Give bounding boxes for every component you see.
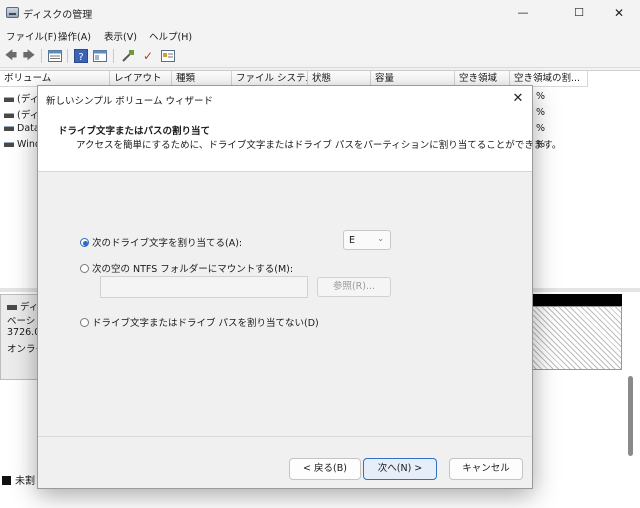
disk-name: ディ: [20, 302, 39, 313]
scrollbar-thumb[interactable]: [628, 376, 633, 456]
menu-bar: ファイル(F) 操作(A) 表示(V) ヘルプ(H): [0, 26, 640, 44]
selected-partition-block[interactable]: [530, 306, 622, 370]
menu-help[interactable]: ヘルプ(H): [149, 29, 192, 43]
drive-letter-value: E: [349, 235, 356, 246]
folder-path-input[interactable]: [100, 276, 308, 298]
properties-icon[interactable]: [92, 48, 108, 64]
volume-name: (ディ: [17, 94, 40, 105]
next-button[interactable]: 次へ(N) >: [363, 458, 437, 480]
option-assign-drive-letter-label: 次のドライブ文字を割り当てる(A):: [92, 238, 243, 249]
option-mount-ntfs-folder-label: 次の空の NTFS フォルダーにマウントする(M):: [92, 264, 294, 275]
wizard-page-subtitle: アクセスを簡単にするために、ドライブ文字またはドライブ パスをパーティションに割…: [76, 140, 562, 151]
title-bar: ディスクの管理 — ☐ ✕: [0, 0, 640, 26]
browse-button[interactable]: 参照(R)...: [317, 277, 391, 297]
toolbar-separator: [41, 49, 42, 63]
disk-size: 3726.0: [7, 327, 41, 338]
option-no-drive-letter[interactable]: ドライブ文字またはドライブ パスを割り当てない(D): [80, 315, 319, 329]
radio-assign-letter[interactable]: [80, 238, 89, 247]
toolbar: 🡄 🡆 ? ✓: [0, 44, 640, 68]
settings-icon[interactable]: [160, 48, 176, 64]
back-button[interactable]: < 戻る(B): [289, 458, 361, 480]
toolbar-separator: [113, 49, 114, 63]
toolbar-separator: [67, 49, 68, 63]
unallocated-partition-header: [530, 294, 622, 306]
radio-mount-folder[interactable]: [80, 264, 89, 273]
menu-view[interactable]: 表示(V): [104, 29, 137, 43]
disk-management-app-icon: [6, 7, 19, 18]
legend: 未割: [2, 472, 35, 487]
disk-map-scrollbar[interactable]: [626, 292, 636, 508]
wizard-body: 次のドライブ文字を割り当てる(A): E ⌄ 次の空の NTFS フォルダーにマ…: [38, 173, 532, 436]
option-assign-drive-letter[interactable]: 次のドライブ文字を割り当てる(A):: [80, 235, 242, 249]
wizard-header: ドライブ文字またはパスの割り当て アクセスを簡単にするために、ドライブ文字または…: [38, 112, 561, 172]
volume-icon: [4, 97, 14, 102]
volume-icon: [4, 113, 14, 118]
volume-free-percent: %: [536, 91, 546, 102]
disk-info-label[interactable]: ディ ベーシッ 3726.0 オンライ: [0, 294, 45, 380]
drive-letter-select[interactable]: E ⌄: [343, 230, 391, 250]
wizard-title: 新しいシンプル ボリューム ウィザード: [46, 96, 213, 107]
legend-swatch: [2, 476, 11, 485]
svg-text:?: ?: [78, 52, 83, 63]
option-no-drive-letter-label: ドライブ文字またはドライブ パスを割り当てない(D): [92, 318, 319, 329]
wizard-footer: < 戻る(B) 次へ(N) > キャンセル: [38, 436, 532, 488]
volume-free-percent: %: [536, 123, 546, 134]
forward-arrow-icon[interactable]: 🡆: [21, 48, 37, 64]
radio-no-letter[interactable]: [80, 318, 89, 327]
wizard-title-bar: 新しいシンプル ボリューム ウィザード ✕: [38, 86, 532, 112]
help-icon[interactable]: ?: [73, 48, 89, 64]
volume-icon: [4, 126, 14, 131]
new-simple-volume-wizard: 新しいシンプル ボリューム ウィザード ✕ ドライブ文字またはパスの割り当て ア…: [37, 85, 561, 489]
window-title: ディスクの管理: [23, 10, 93, 21]
disk-list-icon[interactable]: [47, 48, 63, 64]
close-window-button[interactable]: ✕: [596, 0, 640, 26]
option-mount-ntfs-folder[interactable]: 次の空の NTFS フォルダーにマウントする(M):: [80, 261, 293, 275]
connect-icon[interactable]: [120, 48, 136, 64]
check-icon[interactable]: ✓: [140, 48, 156, 64]
menu-action[interactable]: 操作(A): [58, 29, 91, 43]
chevron-down-icon: ⌄: [377, 234, 384, 243]
volume-free-percent: %: [536, 107, 546, 118]
legend-label-unallocated: 未割: [15, 476, 35, 487]
back-arrow-icon[interactable]: 🡄: [3, 48, 19, 64]
minimize-button[interactable]: —: [500, 0, 546, 26]
volume-icon: [4, 142, 14, 147]
volume-name: (ディ: [17, 110, 40, 121]
disk-icon: [7, 305, 17, 310]
menu-file[interactable]: ファイル(F): [6, 29, 57, 43]
wizard-page-title: ドライブ文字またはパスの割り当て: [58, 126, 211, 137]
cancel-button[interactable]: キャンセル: [449, 458, 523, 480]
wizard-close-button[interactable]: ✕: [508, 89, 528, 109]
